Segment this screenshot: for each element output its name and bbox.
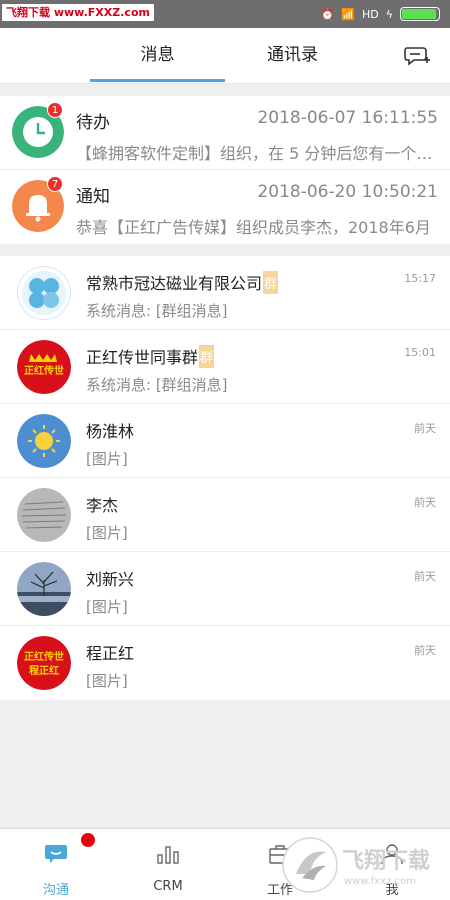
chat-name-text: 常熟市冠达磁业有限公司 <box>86 274 263 293</box>
chat-name-text: 刘新兴 <box>86 570 135 589</box>
chat-list: 常熟市冠达磁业有限公司群 系统消息: [群组消息] 15:17 正红传世 正红传… <box>0 256 450 700</box>
list-item[interactable]: 正红传世 程正红 程正红 [图片] 前天 <box>0 626 450 700</box>
status-bar: 飞翔下载 www.FXXZ.com ⏰ 📶 HD ϟ <box>0 0 450 28</box>
nav-label: 沟通 <box>42 883 69 898</box>
list-item[interactable]: 正红传世 正红传世同事群群 系统消息: [群组消息] 15:01 <box>0 330 450 404</box>
avatar-name-text: 程正红 <box>29 664 59 677</box>
bar-chart-icon <box>157 846 179 864</box>
item-time: 2018-06-20 10:50:21 <box>257 182 438 202</box>
chat-preview: 系统消息: [群组消息] <box>86 376 228 394</box>
chat-preview: [图片] <box>86 672 128 690</box>
nav-chat[interactable]: 沟通 <box>0 829 112 900</box>
item-title: 待办 <box>76 113 110 133</box>
chat-name-text: 正红传世同事群 <box>86 348 199 367</box>
chat-name: 刘新兴 <box>86 566 134 590</box>
nav-crm[interactable]: CRM <box>112 829 224 900</box>
alarm-icon: ⏰ <box>320 7 335 21</box>
battery-level <box>402 9 437 19</box>
chat-bubble-icon <box>45 845 67 863</box>
chat-name: 常熟市冠达磁业有限公司群 <box>86 270 279 294</box>
chat-name-text: 李杰 <box>86 496 119 515</box>
group-avatar <box>17 266 71 320</box>
list-item[interactable]: 常熟市冠达磁业有限公司群 系统消息: [群组消息] 15:17 <box>0 256 450 330</box>
wifi-icon: 📶 <box>341 7 355 21</box>
chat-time: 前天 <box>414 570 436 583</box>
chat-preview: 系统消息: [群组消息] <box>86 302 228 320</box>
svg-text:飞翔下载: 飞翔下载 <box>342 848 430 874</box>
user-avatar <box>17 488 71 542</box>
chat-time: 15:01 <box>404 346 436 359</box>
unread-badge: 1 <box>47 102 63 118</box>
list-item-notice[interactable]: 7 通知 2018-06-20 10:50:21 恭喜【正红广告传媒】组织成员李… <box>0 170 450 244</box>
list-item-todo[interactable]: 1 待办 2018-06-07 16:11:55 【蜂拥客软件定制】组织，在 5… <box>0 96 450 170</box>
tab-contacts-label: 通讯录 <box>267 45 318 65</box>
chat-name: 正红传世同事群群 <box>86 344 215 368</box>
chat-preview: [图片] <box>86 524 128 542</box>
user-avatar <box>17 562 71 616</box>
active-tab-indicator <box>90 79 225 82</box>
group-tag: 群 <box>263 271 279 294</box>
notification-dot <box>81 833 95 847</box>
chat-name: 程正红 <box>86 640 134 664</box>
chat-time: 前天 <box>414 496 436 509</box>
watermark-label: 飞翔下载 www.FXXZ.com <box>2 4 154 21</box>
svg-text:www.fxxz.com: www.fxxz.com <box>344 876 416 887</box>
watermark-logo: 飞翔下载 www.fxxz.com <box>282 837 430 893</box>
chat-time: 15:17 <box>404 272 436 285</box>
item-title: 通知 <box>76 187 110 207</box>
chat-preview: [图片] <box>86 450 128 468</box>
chat-time: 前天 <box>414 422 436 435</box>
chat-time: 前天 <box>414 644 436 657</box>
chat-name: 杨淮林 <box>86 418 134 442</box>
user-avatar <box>17 414 71 468</box>
unread-badge: 7 <box>47 176 63 192</box>
tab-messages[interactable]: 消息 <box>90 28 225 84</box>
top-tab-bar: 消息 通讯录 <box>0 28 450 84</box>
system-list: 1 待办 2018-06-07 16:11:55 【蜂拥客软件定制】组织，在 5… <box>0 96 450 244</box>
group-tag: 群 <box>199 345 215 368</box>
item-preview: 恭喜【正红广告传媒】组织成员李杰，2018年6月 <box>76 218 431 237</box>
network-label: HD <box>361 7 379 21</box>
group-avatar: 正红传世 <box>17 340 71 394</box>
list-item[interactable]: 李杰 [图片] 前天 <box>0 478 450 552</box>
chat-name-text: 程正红 <box>86 644 135 663</box>
status-icons: ⏰ 📶 HD ϟ <box>321 5 440 23</box>
new-chat-icon[interactable] <box>404 44 430 68</box>
tab-messages-label: 消息 <box>140 45 175 65</box>
chat-name: 李杰 <box>86 492 118 516</box>
item-time: 2018-06-07 16:11:55 <box>257 108 438 128</box>
charging-icon: ϟ <box>385 7 393 21</box>
chat-preview: [图片] <box>86 598 128 616</box>
chat-name-text: 杨淮林 <box>86 422 135 441</box>
item-preview: 【蜂拥客软件定制】组织，在 5 分钟后您有一个待办事项 <box>76 144 438 163</box>
tab-contacts[interactable]: 通讯录 <box>225 28 360 84</box>
avatar-logo-text: 正红传世 <box>24 364 64 377</box>
battery-icon <box>400 7 440 21</box>
user-avatar: 正红传世 程正红 <box>17 636 71 690</box>
nav-label: CRM <box>153 879 183 894</box>
list-item[interactable]: 杨淮林 [图片] 前天 <box>0 404 450 478</box>
list-item[interactable]: 刘新兴 [图片] 前天 <box>0 552 450 626</box>
avatar-logo-text: 正红传世 <box>24 650 64 663</box>
